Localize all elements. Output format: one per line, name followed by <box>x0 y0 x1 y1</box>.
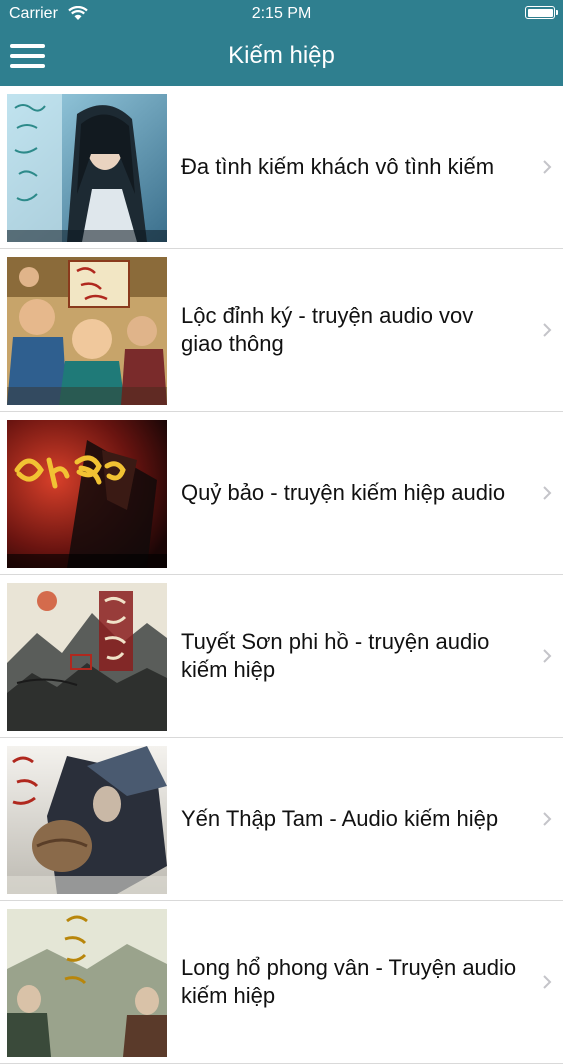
cover-image <box>7 257 167 405</box>
app-header: Carrier 2:15 PM Kiếm hiệp <box>0 0 563 86</box>
item-title: Đa tình kiếm khách vô tình kiếm <box>181 154 495 179</box>
list-item[interactable]: Đa tình kiếm khách vô tình kiếm <box>0 86 563 249</box>
item-title: Lộc đỉnh ký - truyện audio vov giao thôn… <box>181 303 474 356</box>
cover-image <box>7 420 167 568</box>
list-item[interactable]: Tuyết Sơn phi hồ - truyện audio kiếm hiệ… <box>0 575 563 738</box>
list-item[interactable]: Quỷ bảo - truyện kiếm hiệp audio <box>0 412 563 575</box>
item-title: Quỷ bảo - truyện kiếm hiệp audio <box>181 480 506 505</box>
page-title: Kiếm hiệp <box>228 42 335 69</box>
cover-image <box>7 909 167 1057</box>
nav-bar: Kiếm hiệp <box>0 28 563 86</box>
battery-icon <box>525 6 558 19</box>
item-title: Yến Thập Tam - Audio kiếm hiệp <box>181 806 499 831</box>
status-bar: Carrier 2:15 PM <box>0 0 563 28</box>
chevron-right-icon <box>543 812 552 826</box>
cover-image <box>7 583 167 731</box>
item-title: Tuyết Sơn phi hồ - truyện audio kiếm hiệ… <box>181 629 490 682</box>
chevron-right-icon <box>543 160 552 174</box>
story-list: Đa tình kiếm khách vô tình kiếm Lộc đỉnh… <box>0 86 563 1064</box>
item-title: Long hổ phong vân - Truyện audio kiếm hi… <box>181 955 517 1008</box>
cover-image <box>7 94 167 242</box>
list-item[interactable]: Yến Thập Tam - Audio kiếm hiệp <box>0 738 563 901</box>
chevron-right-icon <box>543 975 552 989</box>
list-item[interactable]: Lộc đỉnh ký - truyện audio vov giao thôn… <box>0 249 563 412</box>
chevron-right-icon <box>543 486 552 500</box>
cover-image <box>7 746 167 894</box>
chevron-right-icon <box>543 323 552 337</box>
status-time: 2:15 PM <box>251 5 312 22</box>
list-item[interactable]: Long hổ phong vân - Truyện audio kiếm hi… <box>0 901 563 1064</box>
chevron-right-icon <box>543 649 552 663</box>
